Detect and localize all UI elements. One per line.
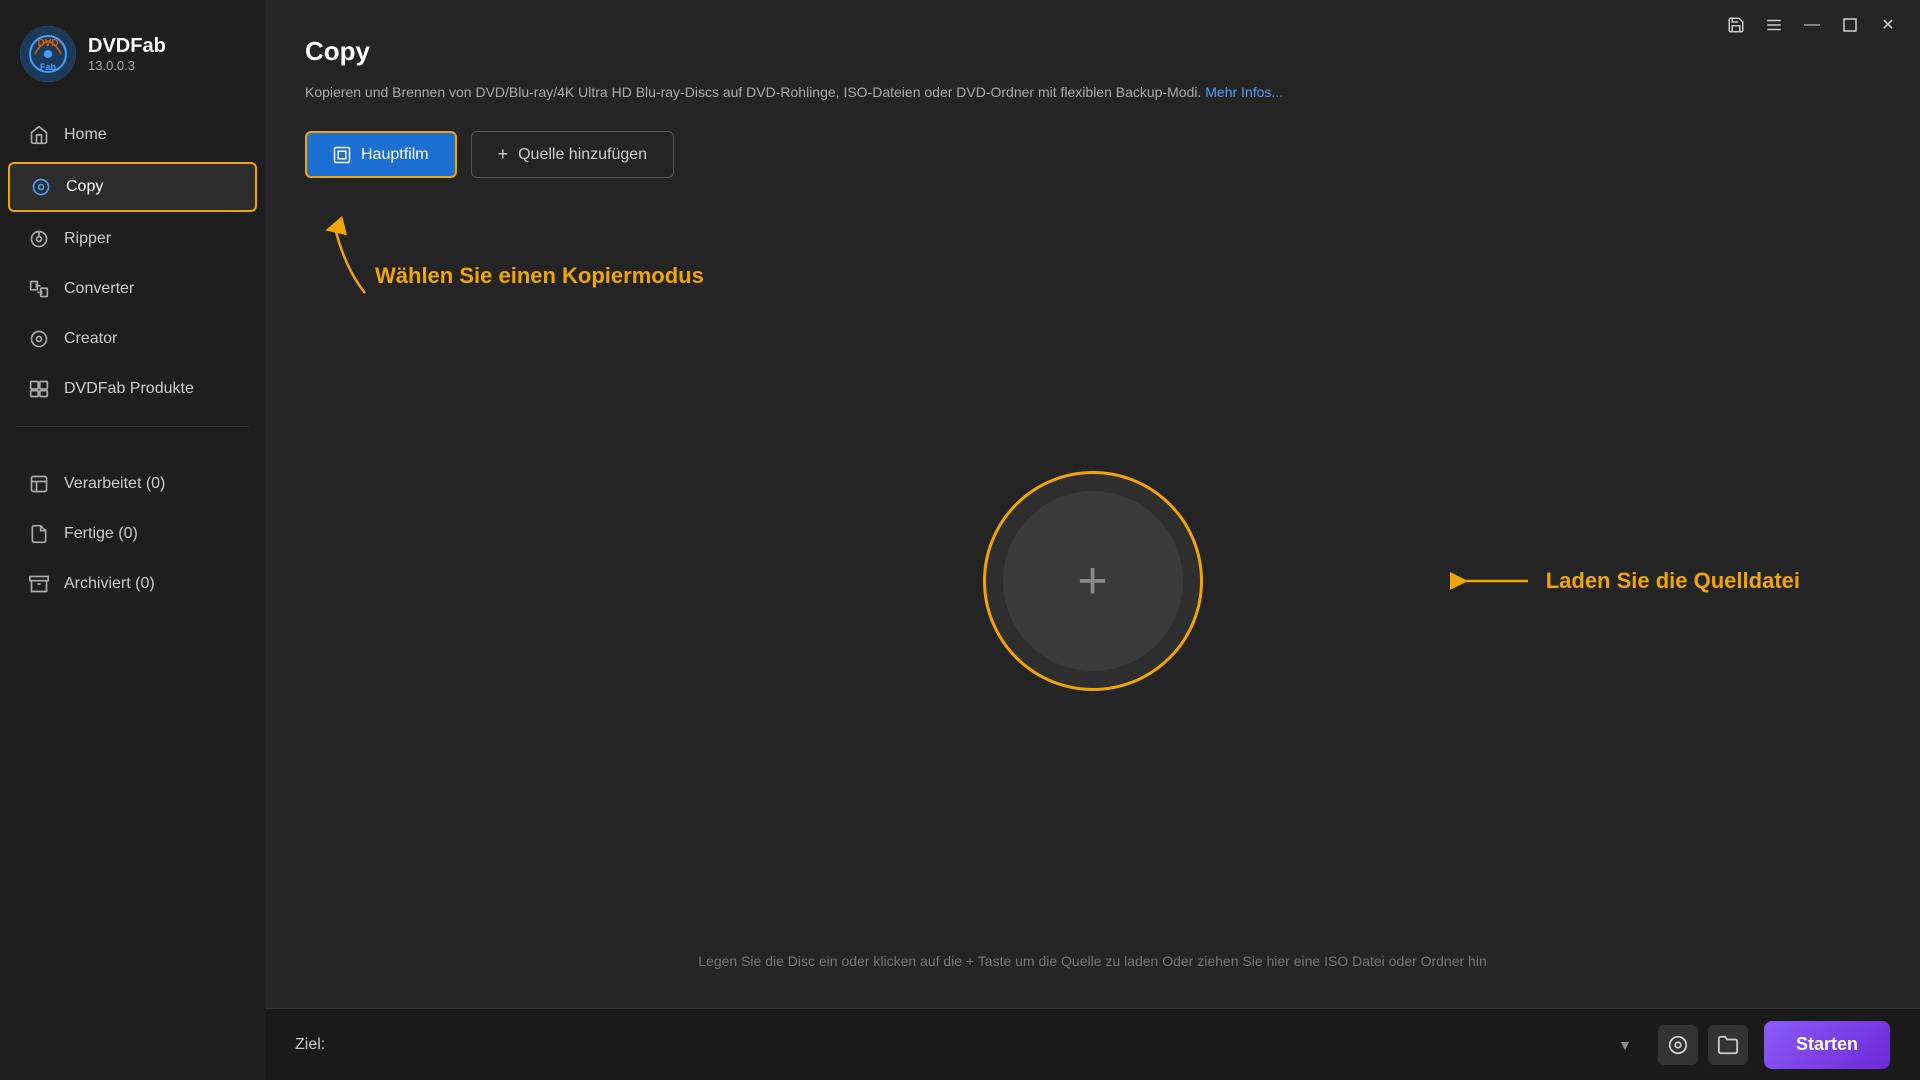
- maximize-button[interactable]: [1832, 10, 1868, 40]
- starten-button[interactable]: Starten: [1764, 1021, 1890, 1069]
- drop-circle[interactable]: +: [983, 471, 1203, 691]
- quelle-button[interactable]: + Quelle hinzufügen: [471, 131, 675, 178]
- sidebar-label-creator: Creator: [64, 330, 117, 348]
- processing-icon: [28, 473, 50, 495]
- sidebar-item-ripper[interactable]: Ripper: [8, 216, 257, 262]
- sidebar-item-creator[interactable]: Creator: [8, 316, 257, 362]
- sidebar-bottom: Verarbeitet (0) Fertige (0) Archivier: [0, 451, 265, 617]
- drop-circle-container: + Laden Sie die Quelldatei: [305, 228, 1880, 933]
- converter-icon: [28, 278, 50, 300]
- folder-button[interactable]: [1708, 1025, 1748, 1065]
- creator-icon: [28, 328, 50, 350]
- save-button[interactable]: [1718, 10, 1754, 40]
- quelldatei-annotation: Laden Sie die Quelldatei: [1450, 561, 1800, 601]
- copy-icon: [30, 176, 52, 198]
- menu-button[interactable]: [1756, 10, 1792, 40]
- app-version: 13.0.0.3: [88, 58, 166, 73]
- main-content: — ✕ Copy Kopieren und Brennen von DVD/Bl…: [265, 0, 1920, 1080]
- logo-text: DVDFab 13.0.0.3: [88, 35, 166, 73]
- sidebar-item-archiviert[interactable]: Archiviert (0): [8, 561, 257, 607]
- sidebar-item-verarbeitet[interactable]: Verarbeitet (0): [8, 461, 257, 507]
- mehr-infos-link[interactable]: Mehr Infos...: [1205, 84, 1283, 100]
- disc-icon: [28, 228, 50, 250]
- quelldatei-arrow: [1450, 561, 1530, 601]
- ziel-label: Ziel:: [295, 1036, 325, 1054]
- drop-zone-area: Wählen Sie einen Kopiermodus +: [305, 208, 1880, 988]
- hauptfilm-button[interactable]: Hauptfilm: [305, 131, 457, 178]
- products-icon: [28, 378, 50, 400]
- archived-icon: [28, 573, 50, 595]
- sidebar-nav: Home Copy Ripper: [0, 102, 265, 422]
- sidebar-label-verarbeitet: Verarbeitet (0): [64, 475, 165, 493]
- quelldatei-text: Laden Sie die Quelldatei: [1546, 568, 1800, 594]
- sidebar-item-products[interactable]: DVDFab Produkte: [8, 366, 257, 412]
- svg-text:DVD: DVD: [37, 38, 58, 49]
- action-buttons: Hauptfilm + Quelle hinzufügen: [305, 131, 1880, 178]
- sidebar-label-archiviert: Archiviert (0): [64, 575, 155, 593]
- sidebar-label-home: Home: [64, 126, 107, 144]
- sidebar-label-products: DVDFab Produkte: [64, 380, 194, 398]
- close-button[interactable]: ✕: [1870, 10, 1906, 40]
- drop-circle-inner: +: [1003, 491, 1183, 671]
- logo-area: DVD Fab DVDFab 13.0.0.3: [0, 10, 265, 102]
- app-name: DVDFab: [88, 35, 166, 58]
- sidebar-label-ripper: Ripper: [64, 230, 111, 248]
- content-body: Copy Kopieren und Brennen von DVD/Blu-ra…: [265, 0, 1920, 1008]
- sidebar-label-copy: Copy: [66, 178, 103, 196]
- ziel-dropdown[interactable]: [341, 1025, 1642, 1065]
- minimize-button[interactable]: —: [1794, 10, 1830, 40]
- finished-icon: [28, 523, 50, 545]
- sidebar-label-converter: Converter: [64, 280, 134, 298]
- titlebar: — ✕: [1704, 0, 1920, 50]
- home-icon: [28, 124, 50, 146]
- sidebar-label-fertige: Fertige (0): [64, 525, 138, 543]
- sidebar-divider: [16, 426, 249, 427]
- app-logo: DVD Fab: [20, 26, 76, 82]
- svg-text:Fab: Fab: [40, 62, 57, 72]
- page-description: Kopieren und Brennen von DVD/Blu-ray/4K …: [305, 81, 1305, 103]
- plus-icon: +: [1077, 555, 1107, 607]
- drop-hint-text: Legen Sie die Disc ein oder klicken auf …: [678, 934, 1506, 988]
- sidebar-item-converter[interactable]: Converter: [8, 266, 257, 312]
- ziel-input-area: ▼: [341, 1025, 1642, 1065]
- sidebar-item-home[interactable]: Home: [8, 112, 257, 158]
- sidebar-item-copy[interactable]: Copy: [8, 162, 257, 212]
- page-title: Copy: [305, 36, 1880, 67]
- sidebar-item-fertige[interactable]: Fertige (0): [8, 511, 257, 557]
- sidebar: DVD Fab DVDFab 13.0.0.3 Home: [0, 0, 265, 1080]
- bottom-bar: Ziel: ▼ Starten: [265, 1008, 1920, 1080]
- iso-button[interactable]: [1658, 1025, 1698, 1065]
- bottom-icons: [1658, 1025, 1748, 1065]
